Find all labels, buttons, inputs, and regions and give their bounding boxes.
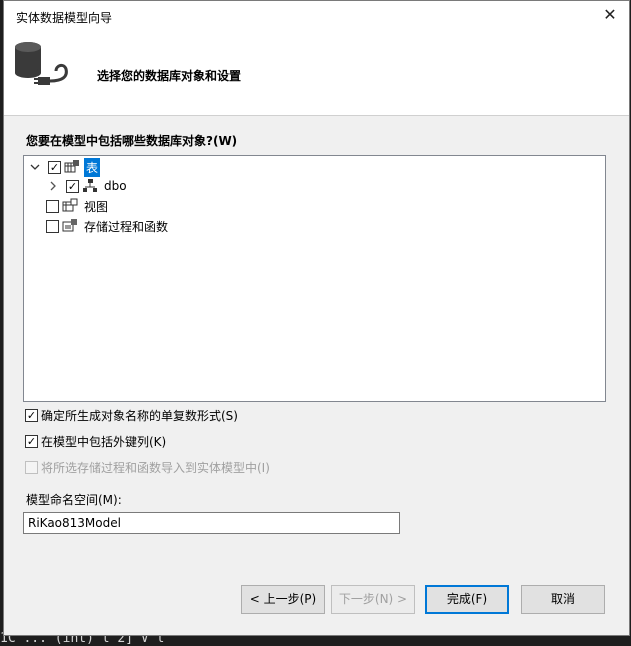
wizard-header: 选择您的数据库对象和设置 [4, 31, 629, 116]
title-bar: 实体数据模型向导 ✕ [4, 1, 629, 31]
pluralize-label: 确定所生成对象名称的单复数形式(S) [41, 409, 238, 423]
pluralize-option[interactable]: ✓ 确定所生成对象名称的单复数形式(S) [25, 407, 238, 424]
foreign-keys-checkbox[interactable]: ✓ [25, 435, 38, 448]
close-icon[interactable]: ✕ [599, 5, 621, 27]
next-button: 下一步(N) > [331, 585, 415, 614]
import-procs-label: 将所选存储过程和函数导入到实体模型中(I) [41, 461, 270, 475]
tree-item-views[interactable]: 视图 [46, 196, 110, 216]
tree-item-label: 视图 [84, 199, 109, 214]
entity-data-model-wizard-dialog: 实体数据模型向导 ✕ 选择您的数据库对象和设置 您要在模型中包括哪些数据库对象?… [3, 0, 630, 636]
chevron-right-icon[interactable] [46, 179, 60, 193]
chevron-down-icon[interactable] [28, 160, 42, 174]
tree-item-label: 表 [84, 157, 101, 177]
objects-label: 您要在模型中包括哪些数据库对象?(W) [26, 134, 238, 148]
view-icon [62, 198, 78, 212]
procedure-icon [62, 219, 77, 232]
tables-checkbox[interactable]: ✓ [48, 160, 61, 174]
namespace-label: 模型命名空间(M): [26, 493, 122, 507]
tree-item-dbo[interactable]: ✓ dbo [46, 176, 129, 196]
wizard-step-title: 选择您的数据库对象和设置 [97, 69, 242, 83]
namespace-input[interactable] [23, 512, 400, 534]
foreign-keys-option[interactable]: ✓ 在模型中包括外键列(K) [25, 433, 166, 450]
finish-button[interactable]: 完成(F) [425, 585, 509, 614]
dbo-checkbox[interactable]: ✓ [66, 179, 79, 193]
tree-item-tables[interactable]: ✓ 表 [28, 157, 101, 177]
import-procs-option: 将所选存储过程和函数导入到实体模型中(I) [25, 459, 270, 476]
back-button[interactable]: < 上一步(P) [241, 585, 325, 614]
pluralize-checkbox[interactable]: ✓ [25, 409, 38, 422]
dialog-title: 实体数据模型向导 [16, 11, 113, 25]
schema-icon [83, 179, 97, 192]
tree-item-procedures[interactable]: 存储过程和函数 [46, 216, 170, 236]
database-plug-icon [15, 42, 68, 85]
table-icon [64, 160, 79, 173]
tree-item-label: dbo [104, 179, 127, 193]
import-procs-checkbox [25, 461, 38, 474]
database-objects-tree[interactable]: ✓ 表 ✓ dbo 视图 存储过程和函数 [23, 155, 606, 402]
views-checkbox[interactable] [46, 199, 59, 213]
procedures-checkbox[interactable] [46, 219, 59, 233]
foreign-keys-label: 在模型中包括外键列(K) [41, 435, 167, 449]
cancel-button[interactable]: 取消 [521, 585, 605, 614]
tree-item-label: 存储过程和函数 [84, 219, 169, 234]
